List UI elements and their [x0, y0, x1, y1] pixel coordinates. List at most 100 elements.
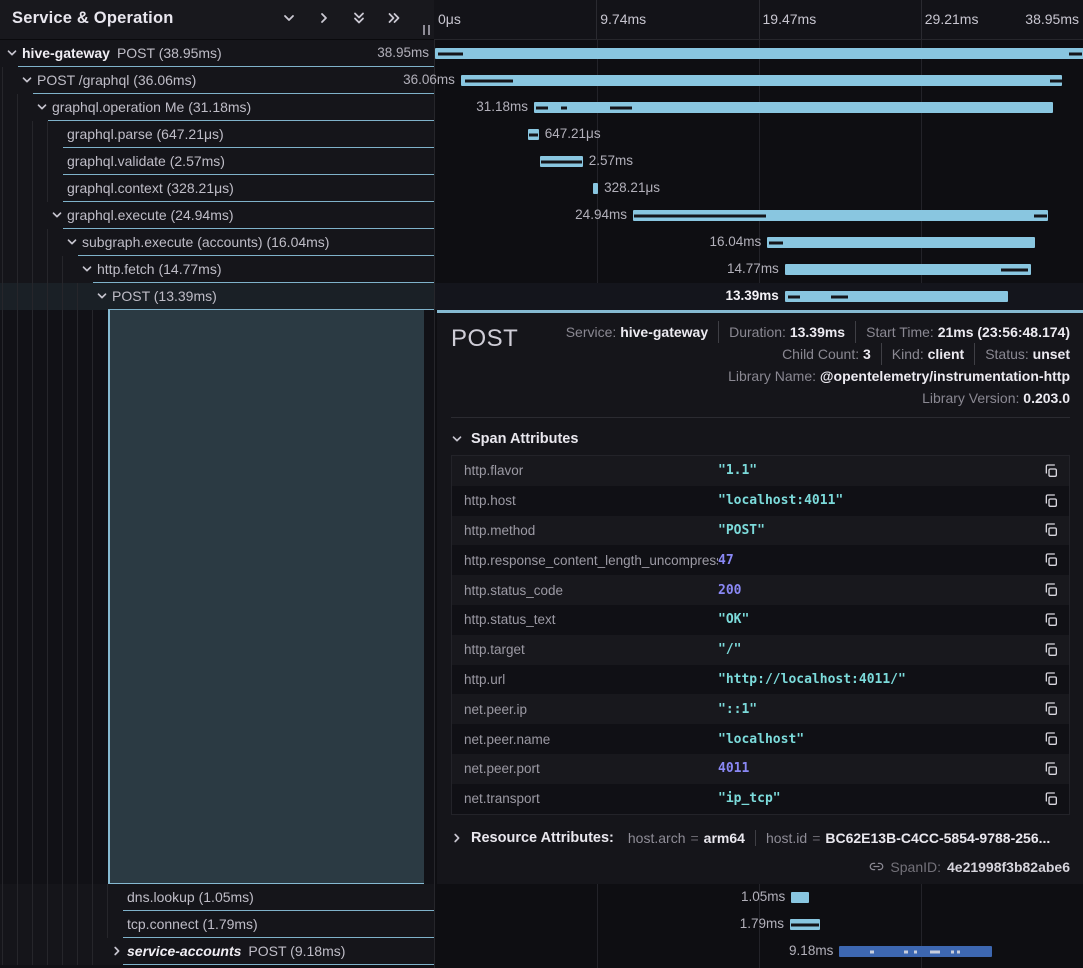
meta-label: Library Name:	[728, 368, 820, 384]
span-bar[interactable]	[785, 291, 1008, 302]
copy-icon[interactable]	[1043, 791, 1059, 807]
chevron-down-icon[interactable]	[51, 209, 63, 221]
indent-guide	[47, 175, 48, 202]
timeline-row[interactable]: 647.21μs	[435, 121, 1083, 148]
copy-icon[interactable]	[1043, 642, 1059, 658]
span-bar[interactable]	[534, 102, 1053, 113]
chevron-down-icon[interactable]	[81, 263, 93, 275]
span-tree-row[interactable]: POST (13.39ms)	[0, 283, 434, 310]
span-bar[interactable]	[593, 183, 598, 194]
child-span-marker	[1069, 52, 1082, 55]
span-tree-row[interactable]: tcp.connect (1.79ms)	[0, 911, 434, 938]
span-tree-row[interactable]: graphql.validate (2.57ms)	[0, 148, 434, 175]
span-tree-row[interactable]: hive-gatewayPOST (38.95ms)	[0, 40, 434, 67]
panel-resize-handle[interactable]	[421, 25, 431, 37]
timeline-row[interactable]: 13.39ms	[435, 283, 1083, 310]
copy-icon[interactable]	[1043, 493, 1059, 509]
timeline-row[interactable]: 16.04ms	[435, 229, 1083, 256]
span-detail-meta: Service: hive-gatewayDuration: 13.39msSt…	[451, 321, 1070, 409]
timeline-row[interactable]: 24.94ms	[435, 202, 1083, 229]
copy-icon[interactable]	[1043, 731, 1059, 747]
timeline-row[interactable]: 1.05ms	[435, 884, 1083, 911]
duration-label: 14.77ms	[727, 261, 779, 276]
span-tree-row[interactable]: subgraph.execute (accounts) (16.04ms)	[0, 229, 434, 256]
span-name: graphql.execute (24.94ms)	[67, 207, 234, 223]
timeline-row[interactable]: 31.18ms	[435, 94, 1083, 121]
copy-icon[interactable]	[1043, 552, 1059, 568]
span-tree-row[interactable]: graphql.execute (24.94ms)	[0, 202, 434, 229]
span-bar[interactable]	[785, 264, 1031, 275]
span-bar[interactable]	[839, 946, 992, 957]
indent-guide	[77, 283, 78, 310]
chevron-down-icon[interactable]	[21, 74, 33, 86]
span-bar[interactable]	[528, 129, 539, 140]
meta-label: Duration:	[729, 324, 790, 340]
span-id-label: SpanID:	[890, 859, 941, 875]
span-tree-row[interactable]: service-accountsPOST (9.18ms)	[0, 938, 434, 965]
span-tree-row[interactable]: graphql.context (328.21μs)	[0, 175, 434, 202]
span-bar[interactable]	[540, 156, 583, 167]
timeline-row[interactable]: 14.77ms	[435, 256, 1083, 283]
chevron-down-icon[interactable]	[6, 47, 18, 59]
timeline-ruler[interactable]: 0μs9.74ms19.47ms29.21ms38.95ms	[434, 0, 1083, 40]
chevron-down-icon[interactable]	[36, 101, 48, 113]
span-id-row: SpanID: 4e21998f3b82abe6	[451, 857, 1070, 877]
span-bar[interactable]	[791, 892, 809, 903]
timeline-row[interactable]: 328.21μs	[435, 175, 1083, 202]
copy-icon[interactable]	[1043, 522, 1059, 538]
indent-guide	[47, 310, 48, 884]
chevron-down-icon[interactable]	[279, 8, 299, 28]
copy-icon[interactable]	[1043, 612, 1059, 628]
link-icon[interactable]	[869, 859, 884, 874]
span-tree-row[interactable]: graphql.parse (647.21μs)	[0, 121, 434, 148]
indent-guide	[32, 938, 33, 965]
span-attributes-toggle[interactable]: Span Attributes	[451, 428, 1070, 450]
copy-icon[interactable]	[1043, 463, 1059, 479]
indent-guide	[92, 310, 93, 884]
indent-guide	[17, 283, 18, 310]
chevron-right-icon[interactable]	[111, 945, 123, 957]
span-bar[interactable]	[461, 75, 1062, 86]
duration-label: 328.21μs	[604, 180, 660, 195]
resource-attributes-toggle[interactable]: Resource Attributes:host.arch=arm64host.…	[451, 827, 1070, 849]
chevron-down-icon[interactable]	[66, 236, 78, 248]
span-tree-row[interactable]: dns.lookup (1.05ms)	[0, 884, 434, 911]
span-tree-row[interactable]: graphql.operation Me (31.18ms)	[0, 94, 434, 121]
copy-icon[interactable]	[1043, 582, 1059, 598]
double-chevron-right-icon[interactable]	[384, 8, 404, 28]
span-bar[interactable]	[633, 210, 1048, 221]
timeline-row[interactable]: 38.95ms	[435, 40, 1083, 67]
child-span-marker	[788, 295, 800, 298]
timeline-row[interactable]: 2.57ms	[435, 148, 1083, 175]
double-chevron-down-icon[interactable]	[349, 8, 369, 28]
timeline-row[interactable]: 9.18ms	[435, 938, 1083, 965]
indent-guide	[32, 121, 33, 148]
indent-guide	[77, 938, 78, 965]
span-tree-row[interactable]: http.fetch (14.77ms)	[0, 256, 434, 283]
copy-icon[interactable]	[1043, 761, 1059, 777]
span-name: subgraph.execute (accounts) (16.04ms)	[82, 234, 329, 250]
chevron-down-icon[interactable]	[96, 290, 108, 302]
copy-icon[interactable]	[1043, 701, 1059, 717]
span-bar[interactable]	[435, 48, 1083, 59]
timeline-row[interactable]: 36.06ms	[435, 67, 1083, 94]
resource-attributes-title: Resource Attributes:	[471, 830, 614, 846]
duration-label: 31.18ms	[476, 99, 528, 114]
span-id-value: 4e21998f3b82abe6	[947, 859, 1070, 875]
resource-key: host.id	[766, 830, 807, 846]
copy-icon[interactable]	[1043, 671, 1059, 687]
chevron-right-icon	[451, 832, 463, 844]
span-tree-row[interactable]: POST /graphql (36.06ms)	[0, 67, 434, 94]
operation-name: POST (9.18ms)	[248, 943, 345, 959]
indent-guide	[47, 911, 48, 938]
trace-viewer: Service & Operation hive-gatewayPOST (38…	[0, 0, 1083, 968]
span-bar[interactable]	[767, 237, 1034, 248]
chevron-right-icon[interactable]	[314, 8, 334, 28]
operation-name: graphql.context (328.21μs)	[67, 180, 234, 196]
ruler-tick-line	[759, 0, 760, 39]
meta-label: Library Version:	[922, 390, 1023, 406]
span-attributes-table: http.flavor"1.1"http.host"localhost:4011…	[451, 455, 1070, 815]
timeline-row[interactable]: 1.79ms	[435, 911, 1083, 938]
attribute-row: http.method"POST"	[452, 516, 1069, 546]
span-bar[interactable]	[790, 919, 820, 930]
